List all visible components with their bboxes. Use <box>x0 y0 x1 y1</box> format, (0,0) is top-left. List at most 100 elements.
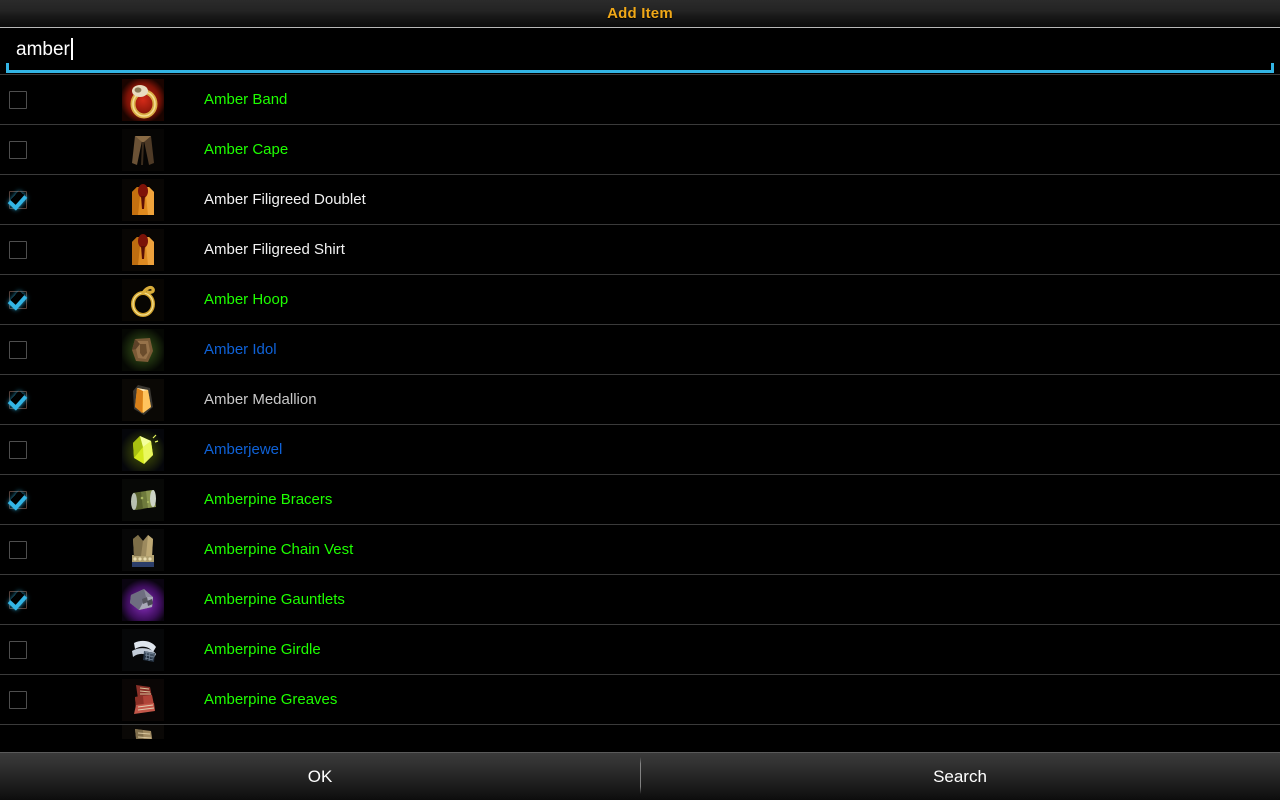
item-name-cell: Amber Filigreed Shirt <box>184 241 1280 259</box>
checkbox-checked-icon[interactable] <box>9 190 27 209</box>
checkbox-cell[interactable] <box>0 190 102 209</box>
cape-brown-icon <box>122 128 164 171</box>
item-name-label: Amber Hoop <box>204 290 289 308</box>
checkbox-cell[interactable] <box>0 490 102 509</box>
item-icon-cell <box>102 528 184 571</box>
item-name-cell: Amber Cape <box>184 141 1280 159</box>
shirt-orange-icon <box>122 228 164 271</box>
checkbox-unchecked-icon[interactable] <box>9 240 27 259</box>
boots-tan-icon <box>122 725 164 739</box>
item-name-cell: Amberpine Gauntlets <box>184 591 1280 609</box>
checkbox-cell[interactable] <box>0 290 102 309</box>
table-row[interactable]: Amberpine Greaves <box>0 675 1280 725</box>
item-name-label: Amber Cape <box>204 140 289 158</box>
search-bar: amber <box>0 28 1280 74</box>
table-row[interactable]: Amberpine Girdle <box>0 625 1280 675</box>
item-icon-cell <box>102 725 184 739</box>
idol-brown-icon <box>122 328 164 371</box>
item-name-label: Amberjewel <box>204 440 283 458</box>
item-name-cell: Amber Hoop <box>184 291 1280 309</box>
item-list[interactable]: Amber Band Amber Cape Amber Filigreed Doub… <box>0 74 1280 752</box>
checkbox-cell[interactable] <box>0 340 102 359</box>
ring-gold-red-glow-icon <box>122 78 164 121</box>
item-icon-cell <box>102 628 184 671</box>
add-item-dialog: Add Item amber Amber Band Amber Cape Amber… <box>0 0 1280 800</box>
checkbox-unchecked-icon[interactable] <box>9 140 27 159</box>
item-icon-cell <box>102 328 184 371</box>
item-name-label: Amberpine Bracers <box>204 490 333 508</box>
search-input-value: amber <box>16 39 70 60</box>
item-name-cell: Amber Filigreed Doublet <box>184 191 1280 209</box>
gauntlets-purple-icon <box>122 578 164 621</box>
checkbox-unchecked-icon[interactable] <box>9 90 27 109</box>
item-icon-cell <box>102 128 184 171</box>
table-row[interactable]: Amberjewel <box>0 425 1280 475</box>
hoop-gold-icon <box>122 278 164 321</box>
item-name-cell: Amberpine Greaves <box>184 691 1280 709</box>
checkbox-unchecked-icon[interactable] <box>9 540 27 559</box>
item-name-cell: Amber Idol <box>184 341 1280 359</box>
text-caret <box>70 37 73 60</box>
checkbox-cell[interactable] <box>0 690 102 709</box>
ok-button-label: OK <box>307 767 333 786</box>
item-icon-cell <box>102 228 184 271</box>
item-name-label: Amber Idol <box>204 340 277 358</box>
item-name-cell: Amberpine Bracers <box>184 491 1280 509</box>
item-name-label: Amberpine Girdle <box>204 640 321 658</box>
girdle-white-icon <box>122 628 164 671</box>
item-icon-cell <box>102 428 184 471</box>
checkbox-cell[interactable] <box>0 540 102 559</box>
checkbox-checked-icon[interactable] <box>9 390 27 409</box>
table-row[interactable]: Amber Idol <box>0 325 1280 375</box>
checkbox-cell[interactable] <box>0 640 102 659</box>
dialog-titlebar: Add Item <box>0 0 1280 28</box>
item-name-label: Amber Filigreed Doublet <box>204 190 366 208</box>
checkbox-checked-icon[interactable] <box>9 590 27 609</box>
greaves-red-icon <box>122 678 164 721</box>
item-name-cell: Amberjewel <box>184 441 1280 459</box>
item-icon-cell <box>102 578 184 621</box>
checkbox-unchecked-icon[interactable] <box>9 440 27 459</box>
page-title: Add Item <box>607 5 673 22</box>
checkbox-checked-icon[interactable] <box>9 290 27 309</box>
table-row[interactable]: Amber Filigreed Shirt <box>0 225 1280 275</box>
table-row[interactable]: Amber Medallion <box>0 375 1280 425</box>
dialog-footer: OK Search <box>0 752 1280 800</box>
item-name-cell: Amberpine Girdle <box>184 641 1280 659</box>
table-row-partial[interactable] <box>0 725 1280 739</box>
item-icon-cell <box>102 378 184 421</box>
item-name-label: Amber Medallion <box>204 390 317 408</box>
search-button[interactable]: Search <box>640 753 1280 800</box>
checkbox-cell[interactable] <box>0 590 102 609</box>
checkbox-cell[interactable] <box>0 140 102 159</box>
chain-vest-icon <box>122 528 164 571</box>
search-button-label: Search <box>933 767 987 786</box>
checkbox-unchecked-icon[interactable] <box>9 340 27 359</box>
item-name-label: Amberpine Greaves <box>204 690 338 708</box>
table-row[interactable]: Amber Band <box>0 75 1280 125</box>
table-row[interactable]: Amberpine Bracers <box>0 475 1280 525</box>
table-row[interactable]: Amberpine Chain Vest <box>0 525 1280 575</box>
checkbox-cell[interactable] <box>0 440 102 459</box>
item-name-cell: Amber Medallion <box>184 391 1280 409</box>
item-name-cell: Amber Band <box>184 91 1280 109</box>
table-row[interactable]: Amber Cape <box>0 125 1280 175</box>
search-input[interactable]: amber <box>6 29 1274 73</box>
doublet-orange-icon <box>122 178 164 221</box>
item-name-label: Amberpine Chain Vest <box>204 540 354 558</box>
item-icon-cell <box>102 478 184 521</box>
checkbox-checked-icon[interactable] <box>9 490 27 509</box>
ok-button[interactable]: OK <box>0 753 640 800</box>
item-name-cell: Amberpine Chain Vest <box>184 541 1280 559</box>
checkbox-unchecked-icon[interactable] <box>9 640 27 659</box>
table-row[interactable]: Amberpine Gauntlets <box>0 575 1280 625</box>
checkbox-cell[interactable] <box>0 240 102 259</box>
item-name-label: Amberpine Gauntlets <box>204 590 345 608</box>
table-row[interactable]: Amber Filigreed Doublet <box>0 175 1280 225</box>
checkbox-unchecked-icon[interactable] <box>9 690 27 709</box>
checkbox-cell[interactable] <box>0 390 102 409</box>
table-row[interactable]: Amber Hoop <box>0 275 1280 325</box>
bracers-green-icon <box>122 478 164 521</box>
checkbox-cell[interactable] <box>0 90 102 109</box>
item-icon-cell <box>102 678 184 721</box>
